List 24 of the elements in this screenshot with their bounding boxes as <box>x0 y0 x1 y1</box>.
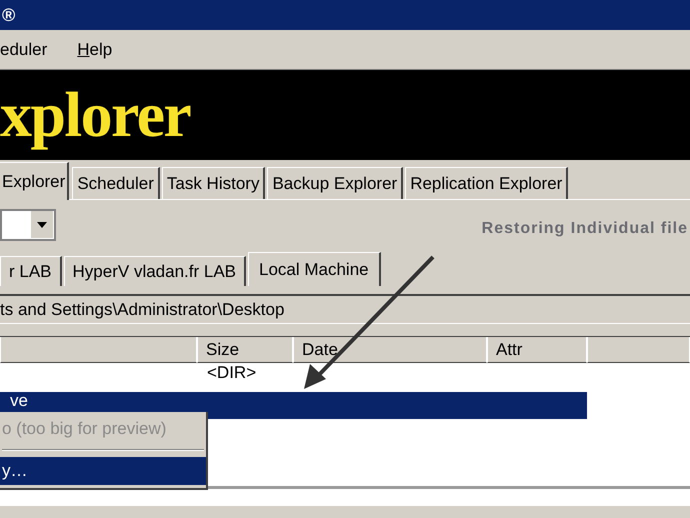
menu-item[interactable]: eduler <box>0 36 48 62</box>
window-title: ® <box>2 4 16 26</box>
menu-item[interactable]: Help <box>77 36 112 62</box>
column-header[interactable]: Attr <box>487 337 587 363</box>
dropdown[interactable] <box>0 209 56 241</box>
tab[interactable]: Local Machine <box>248 252 381 286</box>
column-header[interactable]: Size <box>197 337 293 363</box>
path-text: ts and Settings\Administrator\Desktop <box>0 298 284 321</box>
column-header[interactable] <box>0 337 197 363</box>
table-cell: ve <box>10 392 28 410</box>
tab[interactable]: Scheduler <box>72 167 160 199</box>
tab[interactable]: Task History <box>162 167 266 199</box>
tab[interactable]: r LAB <box>0 256 62 286</box>
column-header[interactable]: Date <box>293 337 487 363</box>
annotation-text: Restoring Individual file <box>482 219 688 239</box>
tab[interactable]: Replication Explorer <box>405 167 568 199</box>
tab[interactable]: Explorer <box>0 162 70 200</box>
table-cell: <DIR> <box>207 364 256 382</box>
file-row[interactable]: ve <box>0 392 587 419</box>
file-row[interactable]: <DIR> <box>0 364 587 391</box>
tab[interactable]: Backup Explorer <box>267 167 404 199</box>
tab[interactable]: HyperV vladan.fr LAB <box>64 256 246 286</box>
column-header[interactable] <box>587 337 690 363</box>
menu-item[interactable]: y… <box>0 457 206 485</box>
